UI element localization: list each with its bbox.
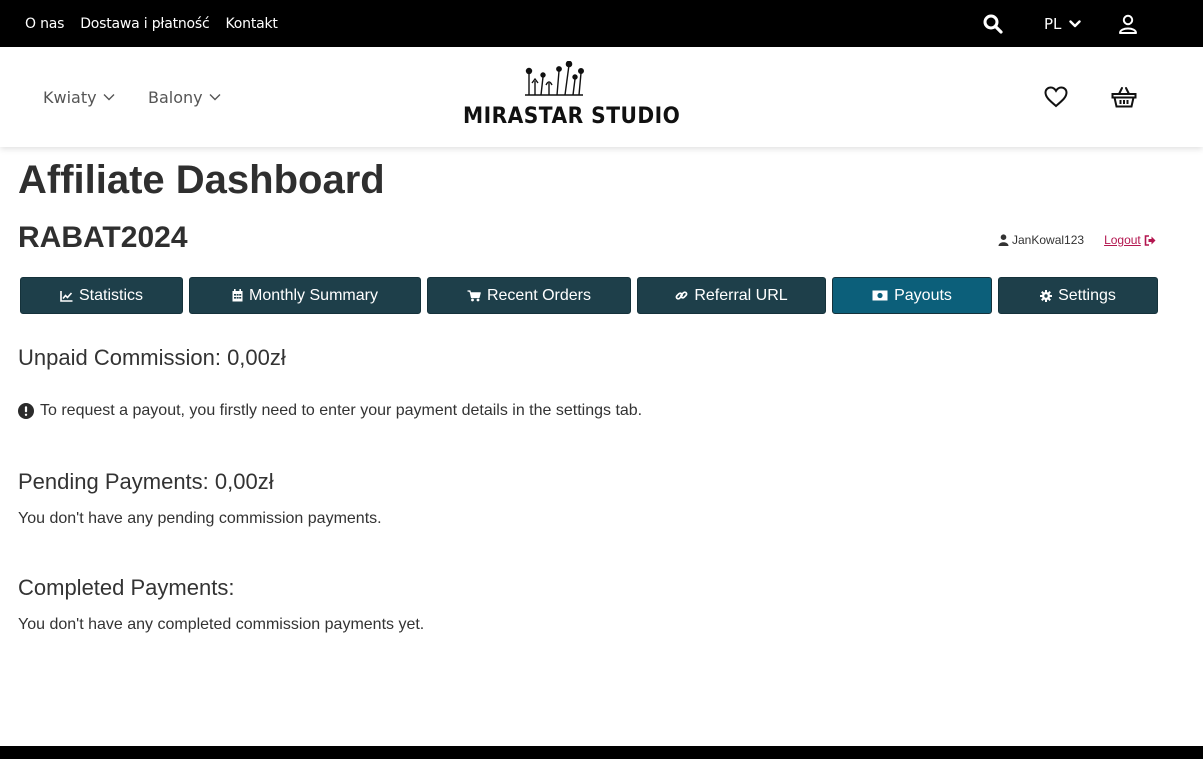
payout-notice-text: To request a payout, you firstly need to… bbox=[40, 402, 643, 419]
user-icon bbox=[1119, 14, 1137, 34]
site-logo[interactable]: MIRASTAR STUDIO bbox=[463, 61, 681, 133]
search-button[interactable] bbox=[983, 0, 1003, 47]
tab-referral-url[interactable]: Referral URL bbox=[637, 277, 826, 314]
tab-payouts-label: Payouts bbox=[894, 286, 952, 304]
gear-icon bbox=[1040, 289, 1053, 302]
page-title: Affiliate Dashboard bbox=[18, 158, 385, 202]
tab-recent-orders[interactable]: Recent Orders bbox=[427, 277, 631, 314]
chevron-down-icon bbox=[209, 94, 221, 101]
completed-payments-text: You don't have any completed commission … bbox=[18, 616, 425, 633]
user-icon bbox=[998, 234, 1009, 246]
logout-label: Logout bbox=[1104, 233, 1141, 247]
username: JanKowal123 bbox=[998, 233, 1084, 247]
search-icon bbox=[983, 14, 1003, 34]
sign-out-icon bbox=[1144, 234, 1156, 246]
pending-payments-text: You don't have any pending commission pa… bbox=[18, 510, 382, 527]
nav-link-about[interactable]: O nas bbox=[25, 16, 64, 32]
username-label: JanKowal123 bbox=[1012, 233, 1085, 247]
footer-bar bbox=[0, 746, 1203, 759]
tab-monthly-summary[interactable]: Monthly Summary bbox=[189, 277, 421, 314]
logo-text: MIRASTAR STUDIO bbox=[463, 104, 681, 129]
site-header: Kwiaty Balony MIRASTAR STUDIO bbox=[0, 47, 1203, 147]
tab-payouts[interactable]: Payouts bbox=[832, 277, 992, 314]
link-icon bbox=[675, 291, 688, 300]
pending-payments-heading: Pending Payments: 0,00zł bbox=[18, 469, 274, 494]
tab-recent-orders-label: Recent Orders bbox=[486, 286, 592, 304]
chevron-down-icon bbox=[1069, 19, 1082, 27]
basket-icon bbox=[1111, 87, 1137, 108]
money-icon bbox=[872, 290, 888, 301]
cart-icon bbox=[467, 289, 481, 301]
line-chart-icon bbox=[60, 290, 73, 302]
tab-statistics-label: Statistics bbox=[78, 286, 143, 304]
account-button[interactable] bbox=[1118, 0, 1138, 47]
logout-link[interactable]: Logout bbox=[1104, 233, 1156, 247]
unpaid-commission-heading: Unpaid Commission: 0,00zł bbox=[18, 345, 286, 370]
top-bar: O nas Dostawa i płatność Kontakt PL bbox=[0, 0, 1203, 47]
menu-flowers-label: Kwiaty bbox=[43, 87, 97, 107]
wishlist-button[interactable] bbox=[1044, 86, 1068, 113]
top-nav: O nas Dostawa i płatność Kontakt bbox=[25, 0, 278, 47]
tab-referral-url-label: Referral URL bbox=[694, 286, 788, 304]
menu-flowers[interactable]: Kwiaty bbox=[43, 47, 115, 147]
payout-notice: To request a payout, you firstly need to… bbox=[18, 402, 642, 420]
heart-icon bbox=[1044, 86, 1068, 108]
tab-settings[interactable]: Settings bbox=[998, 277, 1158, 314]
menu-balloons-label: Balony bbox=[148, 87, 203, 107]
exclamation-circle-icon bbox=[18, 403, 34, 419]
chevron-down-icon bbox=[103, 94, 115, 101]
cart-button[interactable] bbox=[1111, 86, 1137, 113]
affiliate-code: RABAT2024 bbox=[18, 221, 188, 254]
menu-balloons[interactable]: Balony bbox=[148, 47, 221, 147]
nav-link-contact[interactable]: Kontakt bbox=[226, 16, 278, 32]
account-info: JanKowal123 Logout bbox=[998, 233, 1156, 247]
language-selector[interactable]: PL bbox=[1044, 0, 1082, 47]
tab-statistics[interactable]: Statistics bbox=[20, 277, 183, 314]
language-label: PL bbox=[1044, 14, 1062, 33]
nav-link-delivery[interactable]: Dostawa i płatność bbox=[80, 16, 209, 32]
tab-settings-label: Settings bbox=[1058, 286, 1116, 304]
tab-monthly-summary-label: Monthly Summary bbox=[249, 286, 378, 304]
calendar-icon bbox=[232, 289, 243, 302]
flowers-logo-icon bbox=[525, 61, 584, 96]
completed-payments-heading: Completed Payments: bbox=[18, 575, 235, 600]
